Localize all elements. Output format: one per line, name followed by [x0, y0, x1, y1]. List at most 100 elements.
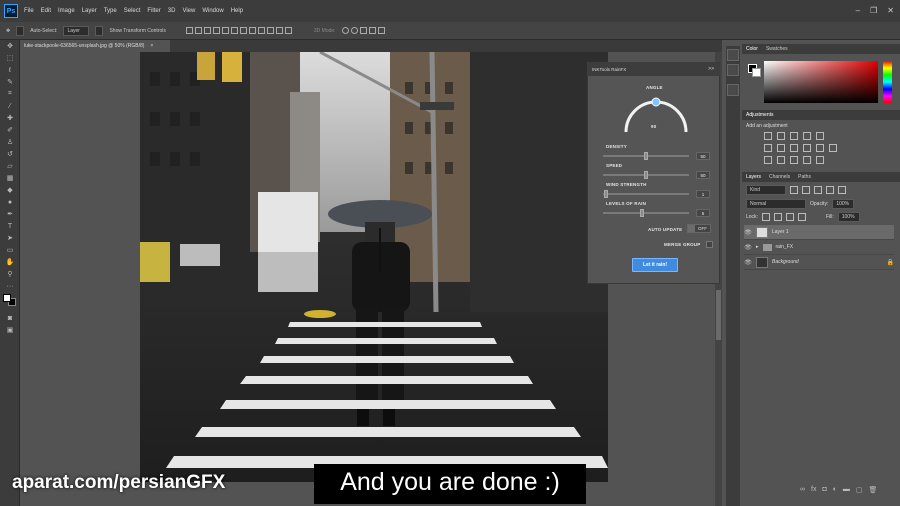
tool-presets-icon[interactable]: [727, 84, 739, 96]
align-icon[interactable]: [212, 27, 220, 34]
hand-tool-icon[interactable]: ✋: [0, 256, 20, 268]
align-icon[interactable]: [194, 27, 202, 34]
menu-filter[interactable]: Filter: [147, 8, 160, 14]
stamp-tool-icon[interactable]: ♙: [0, 136, 20, 148]
menu-view[interactable]: View: [182, 8, 195, 14]
angle-dial[interactable]: [620, 92, 692, 136]
angle-dial-knob[interactable]: [651, 97, 661, 107]
wind-strength-slider-knob[interactable]: [603, 190, 608, 198]
new-adjustment-layer-icon[interactable]: ◐: [833, 486, 837, 494]
filter-pixel-icon[interactable]: [790, 186, 798, 194]
layer-name[interactable]: Background: [772, 259, 799, 265]
auto-update-toggle[interactable]: OFF: [687, 224, 711, 233]
link-layers-icon[interactable]: ∞: [800, 486, 805, 494]
menu-help[interactable]: Help: [231, 8, 243, 14]
eraser-tool-icon[interactable]: ▱: [0, 160, 20, 172]
crop-tool-icon[interactable]: ⌗: [0, 88, 20, 100]
transform-checkbox[interactable]: [95, 25, 104, 36]
photoshop-logo-icon[interactable]: Ps: [4, 4, 18, 18]
close-icon[interactable]: ✕: [887, 6, 894, 15]
black-white-icon[interactable]: [790, 144, 798, 152]
3d-rotate-icon[interactable]: [341, 27, 349, 34]
delete-layer-icon[interactable]: 🗑: [869, 486, 878, 494]
opacity-field[interactable]: 100%: [832, 199, 855, 209]
distribute-icon[interactable]: [248, 27, 256, 34]
levels-of-rain-value[interactable]: 5: [696, 209, 710, 217]
distribute-icon[interactable]: [284, 27, 292, 34]
properties-panel-icon[interactable]: [727, 64, 739, 76]
lock-image-icon[interactable]: [773, 213, 782, 221]
distribute-icon[interactable]: [257, 27, 265, 34]
align-icon[interactable]: [221, 27, 229, 34]
layer-row[interactable]: 👁 Background 🔒: [744, 255, 894, 270]
wind-strength-slider-track[interactable]: [603, 193, 689, 195]
shape-tool-icon[interactable]: ▭: [0, 244, 20, 256]
more-tools-icon[interactable]: ···: [0, 280, 20, 292]
threshold-icon[interactable]: [790, 156, 798, 164]
layer-mask-icon[interactable]: ◘: [822, 486, 826, 494]
color-picker-field[interactable]: [764, 61, 878, 103]
layer-row[interactable]: 👁 ▸ rain_FX: [744, 240, 894, 255]
tab-adjustments[interactable]: Adjustments: [746, 112, 774, 118]
close-tab-icon[interactable]: ×: [150, 43, 153, 49]
color-lookup-icon[interactable]: [829, 144, 837, 152]
layer-name[interactable]: rain_FX: [776, 244, 794, 250]
pen-tool-icon[interactable]: ✒: [0, 208, 20, 220]
eyedropper-tool-icon[interactable]: ⁄: [0, 100, 20, 112]
tab-channels[interactable]: Channels: [769, 174, 790, 180]
menu-window[interactable]: Window: [202, 8, 223, 14]
menu-3d[interactable]: 3D: [168, 8, 176, 14]
move-tool-icon[interactable]: ✥: [6, 28, 10, 34]
speed-value[interactable]: 50: [696, 171, 710, 179]
lock-transparent-icon[interactable]: [761, 213, 770, 221]
posterize-icon[interactable]: [777, 156, 785, 164]
visibility-eye-icon[interactable]: 👁: [744, 259, 752, 266]
quick-mask-icon[interactable]: ◙: [0, 312, 20, 324]
path-select-tool-icon[interactable]: ➤: [0, 232, 20, 244]
scrollbar-thumb[interactable]: [716, 290, 721, 340]
visibility-eye-icon[interactable]: 👁: [744, 229, 752, 236]
new-group-icon[interactable]: ▬: [843, 486, 850, 494]
align-icon[interactable]: [185, 27, 193, 34]
layer-kind-filter[interactable]: Kind: [746, 185, 786, 195]
channel-mixer-icon[interactable]: [816, 144, 824, 152]
brightness-contrast-icon[interactable]: [764, 132, 772, 140]
align-icon[interactable]: [203, 27, 211, 34]
move-tool-icon[interactable]: ✥: [0, 40, 20, 52]
let-it-rain-button[interactable]: Let it rain!: [632, 258, 678, 272]
align-icon[interactable]: [230, 27, 238, 34]
menu-image[interactable]: Image: [58, 8, 75, 14]
tab-layers[interactable]: Layers: [746, 174, 761, 180]
quick-select-tool-icon[interactable]: ✎: [0, 76, 20, 88]
minimize-icon[interactable]: –: [856, 6, 860, 15]
foreground-color-swatch[interactable]: [3, 294, 11, 302]
history-panel-icon[interactable]: [727, 49, 739, 61]
gradient-map-icon[interactable]: [803, 156, 811, 164]
collapse-panel-icon[interactable]: >>: [708, 66, 714, 72]
background-color-swatch[interactable]: [752, 68, 761, 77]
hue-saturation-icon[interactable]: [764, 144, 772, 152]
selective-color-icon[interactable]: [816, 156, 824, 164]
new-layer-icon[interactable]: ▢: [856, 486, 863, 494]
3d-pan-icon[interactable]: [359, 27, 367, 34]
speed-slider-knob[interactable]: [644, 171, 648, 179]
document-canvas-image[interactable]: [140, 52, 608, 482]
auto-select-dropdown[interactable]: Layer: [63, 25, 90, 36]
vibrance-icon[interactable]: [816, 132, 824, 140]
menu-select[interactable]: Select: [124, 8, 141, 14]
levels-icon[interactable]: [777, 132, 785, 140]
zoom-tool-icon[interactable]: ⚲: [0, 268, 20, 280]
screen-mode-icon[interactable]: ▣: [0, 324, 20, 336]
brush-tool-icon[interactable]: ✐: [0, 124, 20, 136]
tab-color[interactable]: Color: [746, 46, 758, 52]
exposure-icon[interactable]: [803, 132, 811, 140]
fill-field[interactable]: 100%: [837, 212, 860, 222]
distribute-icon[interactable]: [266, 27, 274, 34]
3d-roll-icon[interactable]: [350, 27, 358, 34]
merge-group-checkbox[interactable]: [706, 241, 713, 248]
wind-strength-value[interactable]: 1: [696, 190, 710, 198]
gradient-tool-icon[interactable]: ▦: [0, 172, 20, 184]
3d-slide-icon[interactable]: [368, 27, 376, 34]
photo-filter-icon[interactable]: [803, 144, 811, 152]
menu-file[interactable]: File: [24, 8, 34, 14]
